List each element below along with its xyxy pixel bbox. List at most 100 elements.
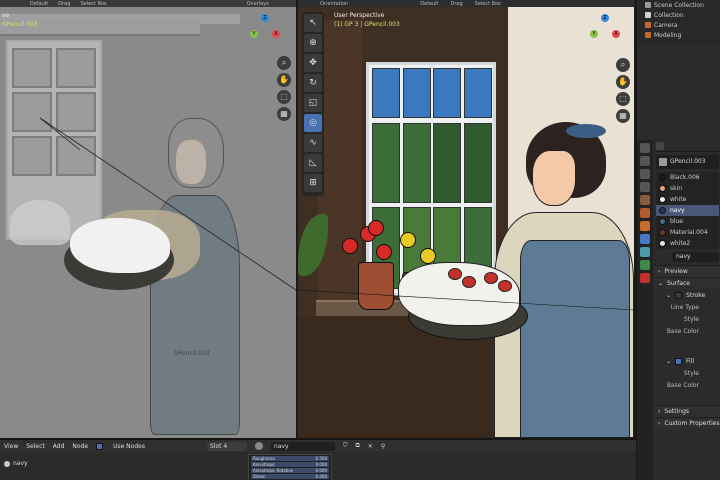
data-tab-icon[interactable] [640,260,650,270]
grid-icon[interactable]: ▦ [616,109,630,123]
render-tab-icon[interactable] [640,156,650,166]
material-slot[interactable]: white [656,194,719,205]
pin-icon[interactable]: ⚲ [381,443,385,450]
collection-icon [645,32,651,38]
node-socket-row[interactable]: Anisotropic 0.000 [251,462,329,467]
panel-label: Fill [686,357,695,365]
cursor-tool-icon[interactable]: ⊕ [304,34,322,52]
gizmo-z-axis[interactable]: Z [601,14,609,22]
material-swatch [659,229,666,236]
settings-panel[interactable]: › Settings [654,405,720,417]
stroke-checkbox[interactable] [675,291,683,299]
gizmo-x-axis[interactable]: X [272,30,280,38]
material-tab-icon[interactable] [640,273,650,283]
gizmo-y-axis[interactable]: Y [590,30,598,38]
chevron-down-icon: ⌄ [658,280,664,287]
header-item[interactable]: Default [420,1,438,7]
viewport-subtitle: GPencil.003 [2,21,38,28]
use-nodes-checkbox[interactable] [96,442,104,450]
gizmo-y-axis[interactable]: Y [250,30,258,38]
outliner-item[interactable]: Scene Collection [637,0,720,10]
collection-icon [645,12,651,18]
shield-icon[interactable]: ⛉ [343,442,348,450]
material-slot[interactable]: Black.006 [656,172,719,183]
outliner-item[interactable]: Camera [637,20,720,30]
gizmo-z-axis[interactable]: Z [261,14,269,22]
rotate-tool-icon[interactable]: ↻ [304,74,322,92]
outliner-item[interactable]: Collection [637,10,720,20]
move-tool-icon[interactable]: ✥ [304,54,322,72]
object-tab-icon[interactable] [640,221,650,231]
right-viewport[interactable]: Orientation Default Drag Select Box User… [298,0,634,438]
material-slot-list[interactable]: Black.006 skin white navy blue Material.… [656,172,719,249]
preview-panel[interactable]: › Preview [654,265,720,277]
close-icon[interactable]: ✕ [368,443,373,450]
principled-node[interactable]: Roughness 0.500 Anisotropic 0.000 Anisotro… [248,454,332,480]
active-material-field[interactable]: navy [672,252,719,262]
material-slot[interactable]: skin [656,183,719,194]
shader-editor[interactable]: View Select Add Node Use Nodes Slot 4 na… [0,438,636,480]
grid-icon[interactable]: ▦ [277,107,291,121]
scale-tool-icon[interactable]: ◱ [304,94,322,112]
header-item[interactable]: Select Box [475,1,501,7]
world-tab-icon[interactable] [640,208,650,218]
outliner[interactable]: Scene Collection Collection Camera Model… [636,0,720,44]
zoom-icon[interactable]: ⌕ [616,58,630,72]
menu-add[interactable]: Add [53,443,65,450]
menu-node[interactable]: Node [72,443,88,450]
material-name-field[interactable]: navy [270,441,335,451]
scene-tab-icon[interactable] [640,195,650,205]
outliner-label: Collection [654,11,684,19]
tool-tab-icon[interactable] [640,143,650,153]
properties-tabs [637,140,653,480]
zoom-icon[interactable]: ⌕ [277,56,291,70]
panel-label: Surface [667,280,690,287]
navigation-gizmo[interactable]: Z Y X [590,14,620,44]
select-tool-icon[interactable]: ↖ [304,14,322,32]
bend-tool-icon[interactable]: ∿ [304,134,322,152]
camera-icon[interactable]: ⬚ [277,90,291,104]
camera-icon[interactable]: ⬚ [616,92,630,106]
line-type-row: Line Type [670,303,699,311]
stroke-guide-lines [298,289,634,311]
hand-pan-icon[interactable]: ✋ [277,73,291,87]
add-tool-icon[interactable]: ⊞ [304,174,322,192]
stroke-subpanel[interactable]: ⌄ Stroke [654,289,720,301]
surface-panel[interactable]: ⌄ Surface [654,277,720,289]
copy-icon[interactable]: ⧉ [355,442,359,450]
header-item[interactable]: Drag [451,1,463,7]
navigation-gizmo[interactable]: Z Y X [250,14,280,44]
object-name-field[interactable]: GPencil.003 [656,155,719,169]
material-sphere-icon[interactable] [254,442,263,450]
material-slot[interactable]: blue [656,216,719,227]
modifier-tab-icon[interactable] [640,234,650,244]
menu-select[interactable]: Select [26,443,45,450]
outliner-item[interactable]: Modeling [637,30,720,40]
fill-checkbox[interactable] [675,357,683,365]
chevron-right-icon: › [658,420,661,427]
hand-pan-icon[interactable]: ✋ [616,75,630,89]
properties-editor: GPencil.003 Black.006 skin white navy bl… [636,140,720,480]
header-item[interactable]: Orientation [320,1,348,7]
menu-view[interactable]: View [4,443,18,450]
material-slot-selected[interactable]: navy [656,205,719,216]
output-tab-icon[interactable] [640,169,650,179]
custom-properties-panel[interactable]: › Custom Properties [654,417,720,429]
gizmo-x-axis[interactable]: X [612,30,620,38]
shear-tool-icon[interactable]: ◺ [304,154,322,172]
slot-dropdown[interactable]: Slot 4 [206,441,247,451]
view-layer-tab-icon[interactable] [640,182,650,192]
dropdown-icon[interactable] [656,141,664,150]
node-socket-row[interactable]: Roughness 0.500 [251,456,329,461]
fill-subpanel[interactable]: ⌄ Fill [654,355,720,367]
effects-tab-icon[interactable] [640,247,650,257]
left-viewport[interactable]: Default Drag Select Box Overlays GPencil… [0,0,296,438]
viewport-nav-buttons: ⌕ ✋ ⬚ ▦ [616,58,630,126]
node-socket-row[interactable]: Anisotropic Rotation 0.000 [251,468,329,473]
socket-label: Sheen [253,474,266,479]
node-socket-row[interactable]: Sheen 0.000 [251,474,329,479]
transform-tool-icon[interactable]: ◎ [304,114,322,132]
tool-shelf: ↖ ⊕ ✥ ↻ ◱ ◎ ∿ ◺ ⊞ [302,12,324,196]
material-slot[interactable]: white2 [656,238,719,249]
material-slot[interactable]: Material.004 [656,227,719,238]
